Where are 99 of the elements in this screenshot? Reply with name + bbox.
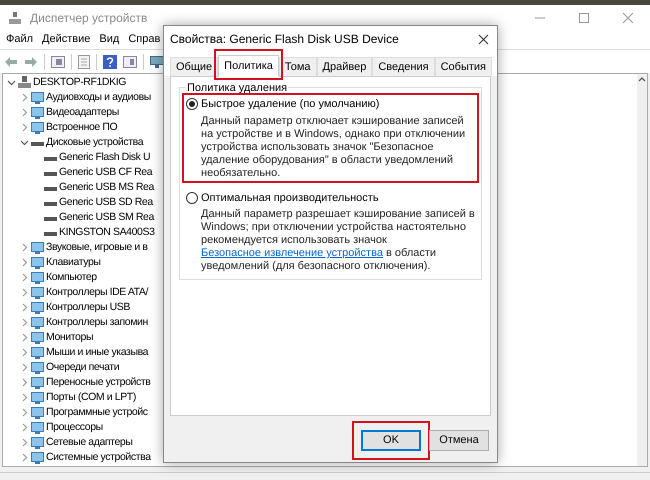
device-icon [31,406,44,419]
device-icon [31,316,44,329]
close-icon[interactable] [478,34,489,44]
device-icon [31,271,44,284]
tree-item[interactable]: Generic USB SM Rea [59,210,154,226]
expand-chevron-icon[interactable] [20,258,29,267]
tree-item[interactable]: Компьютер [46,270,97,286]
scroll-up-icon[interactable] [638,76,646,82]
tab[interactable]: Общие [170,57,218,76]
forward-arrow-icon[interactable] [24,56,38,68]
expand-chevron-icon[interactable] [20,438,29,447]
collapse-chevron-icon[interactable] [7,78,16,87]
tree-item[interactable]: Системные устройства [46,450,151,466]
expand-chevron-icon[interactable] [20,123,29,132]
computer-icon [18,76,31,89]
dialog-button[interactable]: Отмена [429,430,489,451]
tree-item[interactable]: Generic USB CF Rea [59,164,152,180]
tree-item[interactable]: Аудиовходы и аудиовы [46,90,151,106]
expand-chevron-icon[interactable] [20,393,29,402]
device-icon [31,241,44,254]
device-icon [31,346,44,359]
option-label[interactable]: Быстрое удаление (по умолчанию) [201,96,380,112]
collapse-chevron-icon[interactable] [20,138,29,147]
tree-item[interactable]: Контроллеры USB [46,300,130,316]
document-icon[interactable] [78,54,90,68]
option-description: Данный параметр разрешает кэширование записей в Windows; при отключении устройства настоятельно рекомендуется использовать значок Безопасное извлечение устройства в области уведомлений (для безопасного отключения). [200,207,475,273]
menu-item[interactable]: Файл [6,31,34,48]
tree-item[interactable]: Мониторы [46,330,94,346]
radio-option[interactable] [182,93,479,182]
device-icon [31,391,44,404]
panel-icon[interactable] [51,56,65,68]
radio-button[interactable] [186,192,198,204]
expand-chevron-icon[interactable] [20,333,29,342]
tree-item[interactable]: Generic Flash Disk U [59,150,150,166]
device-icon [31,91,44,104]
device-manager-icon [8,10,22,24]
tree-item[interactable]: Порты (COM и LPT) [46,390,136,406]
panel-icon[interactable] [123,56,137,68]
device-icon [31,421,44,434]
expand-chevron-icon[interactable] [20,273,29,282]
tree-item[interactable]: Generic USB MS Rea [59,180,154,196]
device-icon [31,331,44,344]
menu-item[interactable]: Действие [42,31,90,48]
tree-item[interactable]: Звуковые, игровые и в [46,240,148,256]
menu-item[interactable]: Справ [128,31,160,48]
window-title: Диспетчер устройств [30,10,148,26]
tree-item[interactable]: Сетевые адаптеры [46,434,132,450]
expand-chevron-icon[interactable] [20,108,29,117]
expand-chevron-icon[interactable] [20,243,29,252]
expand-chevron-icon[interactable] [20,93,29,102]
tab[interactable]: Драйвер [316,57,372,76]
tree-item[interactable]: Generic USB SD Rea [59,194,153,210]
expand-chevron-icon[interactable] [20,378,29,387]
maximize-icon[interactable] [578,12,590,24]
expand-chevron-icon[interactable] [20,303,29,312]
menu-item[interactable]: Вид [99,31,120,48]
tab[interactable]: Политика [218,55,279,77]
dialog-title: Свойства: Generic Flash Disk USB Device [170,31,400,48]
device-icon [31,286,44,299]
highlight-frame [214,49,283,80]
scrollbar[interactable] [637,74,647,466]
tree-item[interactable]: Контроллеры запомин [46,314,148,330]
option-description: Данный параметр отключает кэширование записей на устройстве и в Windows, однако при отключении устройства использовать значок "Безопасное удаление оборудования" в области уведомлений необязательно. [200,114,466,180]
expand-chevron-icon[interactable] [20,363,29,372]
link[interactable]: Безопасное извлечение устройства [201,247,383,259]
expand-chevron-icon[interactable] [20,348,29,357]
tab[interactable]: Тома [278,57,317,76]
monitor-icon[interactable] [150,56,164,68]
expand-chevron-icon[interactable] [20,453,29,462]
expand-chevron-icon[interactable] [20,408,29,417]
option-label[interactable]: Оптимальная производительность [201,190,379,206]
device-icon [31,436,44,449]
device-icon [31,451,44,464]
tree-item[interactable]: Видеоадаптеры [46,104,119,120]
tree-item[interactable]: Встроенное ПО [46,120,118,136]
tree-item[interactable]: Очереди печати [46,360,120,376]
radio-button[interactable] [186,98,198,110]
back-arrow-icon[interactable] [4,56,18,68]
expand-chevron-icon[interactable] [20,423,29,432]
tab[interactable]: События [434,57,492,76]
tree-item[interactable]: KINGSTON SA400S3 [59,224,155,240]
tree-item[interactable]: Клавиатуры [46,254,101,270]
tab[interactable]: Сведения [372,57,435,76]
tree-item[interactable]: Процессоры [46,420,103,436]
device-icon [31,121,44,134]
device-icon [31,106,44,119]
expand-chevron-icon[interactable] [20,318,29,327]
tree-item[interactable]: Дисковые устройства [46,134,144,150]
tree-item[interactable]: DESKTOP-RF1DKIG [33,74,126,90]
device-icon [31,301,44,314]
help-icon[interactable] [103,54,117,68]
tree-item[interactable]: Мыши и иные указыва [46,344,148,360]
device-icon [31,376,44,389]
device-icon [31,361,44,374]
expand-chevron-icon[interactable] [20,288,29,297]
tree-item[interactable]: Программные устройс [46,404,148,420]
tree-item[interactable]: Переносные устройств [46,374,150,390]
tree-item[interactable]: Контроллеры IDE ATA/ [46,284,148,300]
device-icon [31,256,44,269]
